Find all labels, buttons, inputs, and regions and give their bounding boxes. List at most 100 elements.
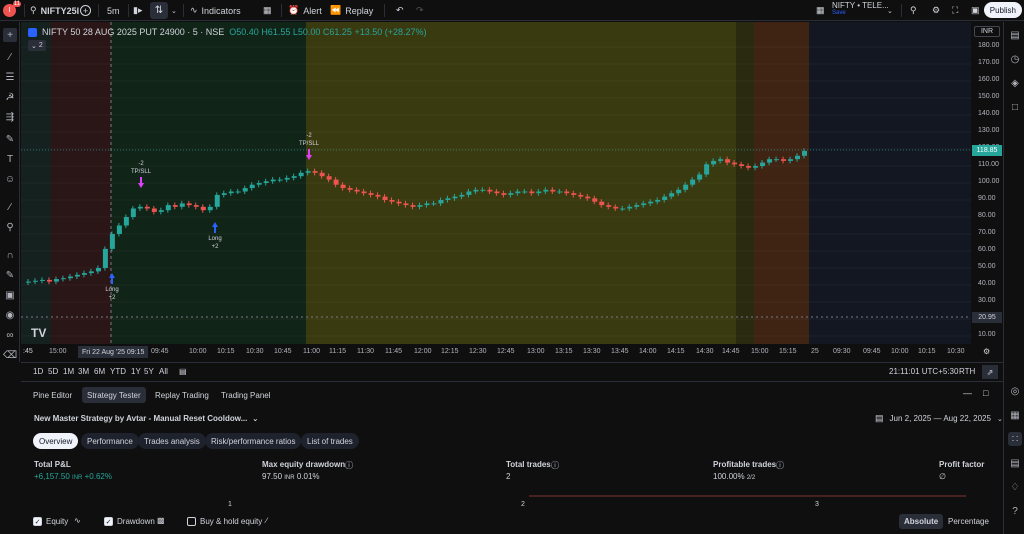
replay-button[interactable]: ⏪ Replay — [330, 2, 373, 19]
tab-pine-editor[interactable]: Pine Editor — [28, 387, 77, 403]
range-1y-button[interactable]: 1Y — [131, 367, 141, 376]
avatar[interactable]: I 11 — [3, 1, 21, 17]
help-icon[interactable]: ? — [1008, 504, 1022, 518]
ideas-icon[interactable]: ◎ — [1008, 384, 1022, 398]
alerts-clock-icon[interactable]: ◷ — [1008, 52, 1022, 66]
range-1m-button[interactable]: 1M — [63, 367, 74, 376]
range-ytd-button[interactable]: YTD — [110, 367, 126, 376]
drawdown-checkbox[interactable]: ✓ — [104, 517, 113, 526]
notifications-bell-icon[interactable]: ♢ — [1008, 480, 1022, 494]
eye-icon[interactable]: ◉ — [3, 308, 17, 322]
range-all-button[interactable]: All — [159, 367, 168, 376]
symbol-search-button[interactable]: ⚲ NIFTY25I — [30, 2, 79, 19]
tab-replay-trading[interactable]: Replay Trading — [150, 387, 214, 403]
range-5d-button[interactable]: 5D — [48, 367, 58, 376]
legend-collapse-button[interactable]: ⌄ 2 — [28, 40, 46, 51]
redo-button[interactable]: ↷ — [416, 2, 424, 19]
minimize-panel-icon[interactable]: — — [963, 388, 972, 398]
compare-symbol-button[interactable]: + — [80, 2, 91, 19]
session-rth-label[interactable]: RTH — [959, 367, 975, 376]
tab-trading-panel[interactable]: Trading Panel — [216, 387, 276, 403]
interval-button[interactable]: 5m — [107, 2, 120, 19]
time-axis[interactable]: 15:00 09:45 10:00 10:15 10:30 10:45 11:00 11:15… — [21, 344, 990, 360]
long-qty-1: +2 — [109, 295, 117, 301]
range-5y-button[interactable]: 5Y — [144, 367, 154, 376]
mini-axis-1: 1 — [228, 501, 232, 508]
alert-button[interactable]: ⏰ Alert — [288, 2, 322, 19]
axis-settings-icon[interactable]: ⚙ — [983, 347, 990, 356]
price-chart[interactable]: Long +2 -2 TP/SLL Long +2 -2 TP/SLL TV N… — [21, 22, 971, 344]
indicators-button[interactable]: ∿ Indicators — [190, 2, 241, 19]
currency-button[interactable]: INR — [974, 26, 1000, 37]
bar-replay-mode-button[interactable]: ▮▸ — [133, 2, 142, 19]
trash-icon[interactable]: ⌫ — [3, 348, 17, 362]
maximize-panel-icon[interactable]: □ — [983, 388, 988, 398]
pill-performance[interactable]: Performance — [81, 433, 139, 449]
brush-tool-icon[interactable]: ✎ — [3, 132, 17, 146]
watchlist-icon[interactable]: ▤ — [1008, 28, 1022, 42]
range-3m-button[interactable]: 3M — [78, 367, 89, 376]
info-icon[interactable]: ⓘ — [776, 460, 784, 471]
percentage-toggle[interactable]: Percentage — [943, 514, 994, 529]
fullscreen-button[interactable]: ⛶ — [952, 2, 958, 19]
quick-search-button[interactable]: ⚲ — [910, 2, 917, 19]
layers-icon[interactable]: ◈ — [1008, 76, 1022, 90]
auto-scale-icon[interactable]: ⇗ — [982, 365, 998, 379]
legend-open: O50.40 — [229, 27, 259, 37]
lock-icon[interactable]: ▣ — [3, 288, 17, 302]
range-1d-button[interactable]: 1D — [33, 367, 43, 376]
templates-button[interactable]: ▦ — [263, 2, 272, 19]
watchlist-save-button[interactable]: NIFTY • TELE... Save — [832, 1, 889, 18]
user-avatar[interactable]: I 11 — [3, 1, 21, 19]
publish-button[interactable]: Publish — [983, 2, 1022, 18]
clock-label[interactable]: 21:11:01 UTC+5:30 — [889, 367, 958, 376]
chart-type-dropdown[interactable]: ⌄ — [171, 2, 177, 19]
magnet-icon[interactable]: ∩ — [3, 248, 17, 262]
chart-type-button[interactable]: ⇅ — [150, 2, 168, 19]
tradingview-logo-icon[interactable]: TV — [31, 326, 46, 340]
tab-strategy-tester[interactable]: Strategy Tester — [82, 387, 146, 403]
range-6m-button[interactable]: 6M — [94, 367, 105, 376]
price-axis[interactable]: INR 180.00 170.00 160.00 150.00 140.00 130.00… — [972, 22, 1002, 344]
undo-button[interactable]: ↶ — [396, 2, 404, 19]
strategy-selector[interactable]: New Master Strategy by Avtar - Manual Re… — [34, 414, 258, 423]
zoom-in-icon[interactable]: ⚲ — [3, 220, 17, 234]
link-icon[interactable]: ∞ — [3, 328, 17, 342]
pill-list-of-trades[interactable]: List of trades — [301, 433, 359, 449]
news-icon[interactable]: ▤ — [1008, 456, 1022, 470]
chart-canvas[interactable]: Long +2 -2 TP/SLL Long +2 -2 TP/SLL TV — [21, 22, 971, 344]
buy-hold-checkbox[interactable] — [187, 517, 196, 526]
legend-low: L50.00 — [292, 27, 321, 37]
layout-dropdown[interactable]: ⌄ — [887, 2, 893, 19]
date-range-selector[interactable]: ▤ Jun 2, 2025 — Aug 22, 2025 ⌄ — [875, 413, 1003, 424]
chat-icon[interactable]: □ — [1008, 100, 1022, 114]
legend-title[interactable]: NIFTY 50 28 AUG 2025 PUT 24900 · 5 · NSE — [42, 27, 224, 37]
pill-overview[interactable]: Overview — [33, 433, 79, 449]
fib-tool-icon[interactable]: ☰ — [3, 70, 17, 84]
tp-label-2: TP/SLL — [299, 141, 320, 147]
date-range-calendar-icon[interactable]: ▤ — [179, 367, 187, 376]
pattern-tool-icon[interactable]: ☭ — [3, 90, 17, 104]
pill-trades-analysis[interactable]: Trades analysis — [138, 433, 206, 449]
info-icon[interactable]: ⓘ — [345, 460, 353, 471]
calendar-icon[interactable]: ▦ — [1008, 408, 1022, 422]
apps-grid-icon[interactable]: ∷ — [1008, 432, 1022, 446]
pill-risk-performance-ratios[interactable]: Risk/performance ratios — [205, 433, 302, 449]
snapshot-button[interactable]: ▣ — [971, 2, 980, 19]
emoji-tool-icon[interactable]: ☺ — [3, 172, 17, 186]
candle-body — [88, 271, 94, 274]
profit-factor-label: Profit factor — [939, 460, 985, 469]
range-bar: 1D 5D 1M 3M 6M YTD 1Y 5Y All ▤ 21:11:01 UTC+5:30… — [21, 362, 1003, 382]
crosshair-tool-icon[interactable]: + — [3, 28, 17, 42]
trend-line-tool-icon[interactable]: ∕ — [3, 50, 17, 64]
info-icon[interactable]: ⓘ — [551, 460, 559, 471]
text-tool-icon[interactable]: T — [3, 152, 17, 166]
ruler-tool-icon[interactable]: ∕ — [3, 200, 17, 214]
settings-button[interactable]: ⚙ — [932, 2, 940, 19]
layout-button[interactable]: ▦ — [816, 2, 825, 19]
lock-drawing-icon[interactable]: ✎ — [3, 268, 17, 282]
equity-checkbox[interactable]: ✓ — [33, 517, 42, 526]
absolute-toggle[interactable]: Absolute — [899, 514, 944, 529]
layout-name: NIFTY • TELE... — [832, 1, 889, 10]
forecast-tool-icon[interactable]: ⇶ — [3, 110, 17, 124]
